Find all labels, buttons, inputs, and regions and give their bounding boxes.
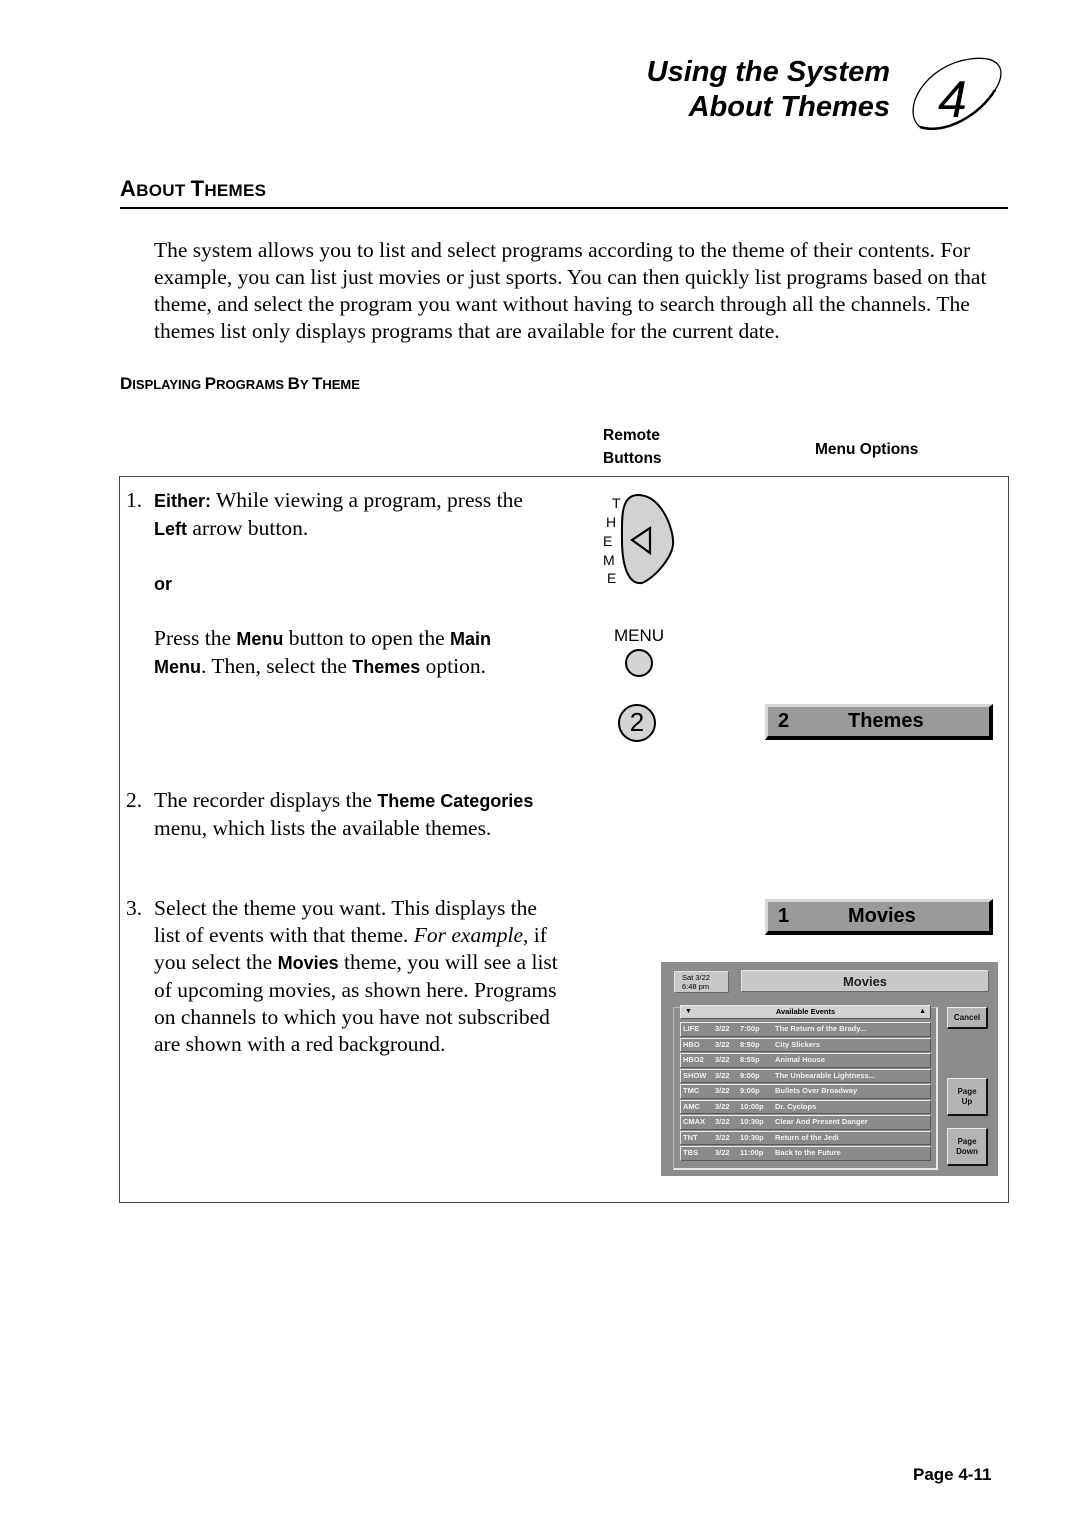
- section-title: About Themes: [688, 91, 890, 123]
- event-row[interactable]: TMC 3/22 9:00p Bullets Over Broadway: [680, 1084, 931, 1099]
- section-heading: ABOUT THEMES: [120, 176, 267, 201]
- subsection-heading: DISPLAYING PROGRAMS BY THEME: [120, 374, 360, 393]
- page-up-button[interactable]: Page Up: [947, 1078, 988, 1116]
- event-row[interactable]: AMC 3/22 10:00p Dr. Cyclops: [680, 1099, 931, 1114]
- chapter-number-oval: 4: [912, 57, 1002, 130]
- event-row[interactable]: SHOW 3/22 9:00p The Unbearable Lightness...: [680, 1068, 931, 1083]
- movies-screen: Sat 3/22 6:48 pm Movies ▼ Available Even…: [661, 962, 998, 1176]
- event-row[interactable]: LIFE 3/22 7:00p The Return of the Brady...: [680, 1022, 931, 1037]
- menu-option-themes: 2 Themes: [765, 704, 993, 740]
- page-number: Page 4-11: [913, 1465, 992, 1484]
- theme-letter: T: [612, 495, 621, 511]
- event-row[interactable]: TNT 3/22 10:30p Return of the Jedi: [680, 1130, 931, 1145]
- intro-paragraph: The system allows you to list and select…: [154, 238, 987, 343]
- left-arrow-theme-button: T H E M E: [603, 493, 675, 586]
- screen-title: Movies: [741, 970, 989, 992]
- date-time-display: Sat 3/22 6:48 pm: [674, 971, 729, 993]
- scroll-up-icon[interactable]: ▲: [919, 1006, 926, 1018]
- scroll-down-icon[interactable]: ▼: [685, 1006, 692, 1018]
- theme-letter: M: [603, 552, 615, 568]
- theme-letter: E: [603, 533, 612, 549]
- event-row[interactable]: HBO2 3/22 8:55p Animal House: [680, 1053, 931, 1068]
- theme-letter: H: [606, 514, 616, 530]
- events-list: LIFE 3/22 7:00p The Return of the Brady... …: [680, 1022, 931, 1162]
- menu-button-icon: [625, 649, 653, 677]
- chapter-number: 4: [938, 71, 967, 129]
- menu-button-label: MENU: [614, 626, 665, 645]
- event-row[interactable]: TBS 3/22 11:00p Back to the Future: [680, 1146, 931, 1161]
- available-events-header: ▼ Available Events ▲: [680, 1005, 931, 1019]
- remote-buttons-column-header: Remote Buttons: [603, 427, 662, 467]
- event-row[interactable]: CMAX 3/22 10:30p Clear And Present Danger: [680, 1115, 931, 1130]
- menu-options-column-header: Menu Options: [815, 441, 919, 458]
- cancel-button[interactable]: Cancel: [947, 1007, 988, 1029]
- event-row[interactable]: HBO 3/22 8:50p City Slickers: [680, 1037, 931, 1052]
- theme-letter: E: [607, 570, 616, 586]
- number-2-button-icon: 2: [618, 704, 656, 742]
- page-down-button[interactable]: Page Down: [947, 1128, 988, 1166]
- chapter-title: Using the System: [646, 56, 890, 88]
- heading-rule: [120, 207, 1008, 209]
- menu-option-movies: 1 Movies: [765, 899, 993, 935]
